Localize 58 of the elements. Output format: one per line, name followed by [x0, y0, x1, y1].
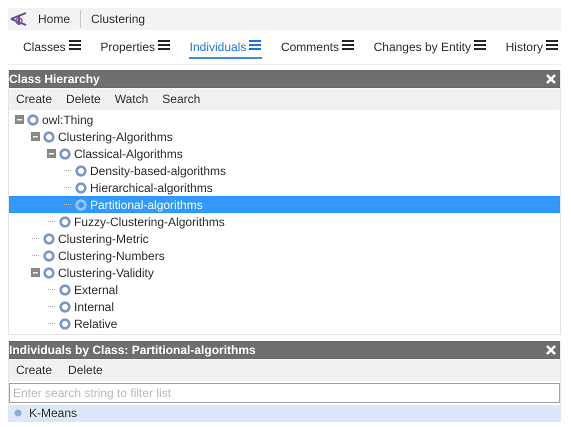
toolbar-action[interactable]: Search: [162, 92, 200, 106]
tree-item[interactable]: Classical-Algorithms: [9, 145, 560, 162]
tab[interactable]: History: [504, 40, 559, 59]
class-icon: [43, 266, 55, 278]
collapse-icon[interactable]: [30, 132, 40, 141]
tree-item[interactable]: Clustering-Algorithms: [9, 128, 560, 145]
individual-icon: [14, 409, 22, 417]
toolbar-action[interactable]: Delete: [68, 363, 103, 377]
collapse-icon[interactable]: [30, 268, 40, 277]
close-icon[interactable]: [546, 74, 556, 84]
menu-icon: [249, 40, 262, 50]
class-icon: [75, 182, 87, 194]
tab[interactable]: Classes: [22, 40, 82, 59]
tree-item[interactable]: owl:Thing: [9, 111, 560, 128]
close-icon[interactable]: [546, 345, 556, 355]
class-icon: [43, 250, 55, 262]
menu-icon: [158, 40, 170, 50]
tab[interactable]: Comments: [280, 40, 355, 59]
class-icon: [59, 300, 71, 312]
breadcrumb-link[interactable]: Home: [28, 10, 80, 28]
tree-item[interactable]: Internal: [9, 298, 560, 315]
toolbar-action[interactable]: Watch: [114, 92, 148, 106]
class-icon: [27, 114, 39, 126]
panel-title: Individuals by Class: Partitional-algorithms: [9, 343, 256, 357]
tab[interactable]: Individuals: [188, 40, 262, 59]
tree-item[interactable]: Density-based-algorithms: [9, 162, 560, 179]
class-icon: [59, 318, 71, 330]
tree-item[interactable]: Clustering-Metric: [9, 230, 560, 247]
menu-icon: [342, 40, 354, 50]
tree-item[interactable]: Relative: [9, 315, 560, 332]
tree-item[interactable]: Clustering-Numbers: [9, 247, 560, 264]
tree-item[interactable]: Hierarchical-algorithms: [9, 179, 560, 196]
class-icon: [75, 198, 87, 210]
list-item[interactable]: K-Means: [9, 405, 560, 421]
class-icon: [59, 148, 71, 160]
search-field[interactable]: Enter search string to filter list: [9, 383, 560, 403]
class-icon: [43, 130, 55, 142]
tree-item[interactable]: Clustering-Validity: [9, 264, 560, 281]
class-icon: [59, 284, 71, 296]
tree-item[interactable]: External: [9, 281, 560, 298]
tree-item[interactable]: Fuzzy-Clustering-Algorithms: [9, 213, 560, 230]
class-icon: [75, 164, 87, 176]
tab[interactable]: Properties: [99, 40, 172, 59]
class-icon: [43, 232, 55, 244]
menu-icon: [474, 40, 486, 50]
menu-icon: [68, 40, 81, 50]
toolbar-action[interactable]: Create: [16, 363, 52, 377]
breadcrumb-link[interactable]: Clustering: [80, 10, 156, 28]
collapse-icon[interactable]: [46, 149, 56, 158]
logo-icon[interactable]: [10, 11, 28, 27]
toolbar-action[interactable]: Create: [16, 92, 52, 106]
tab[interactable]: Changes by Entity: [372, 40, 487, 59]
toolbar-action[interactable]: Delete: [66, 92, 101, 106]
class-icon: [59, 216, 71, 228]
item-label: K-Means: [29, 406, 78, 420]
collapse-icon[interactable]: [14, 115, 24, 124]
menu-icon: [546, 40, 558, 50]
panel-title: Class Hierarchy: [9, 72, 100, 86]
